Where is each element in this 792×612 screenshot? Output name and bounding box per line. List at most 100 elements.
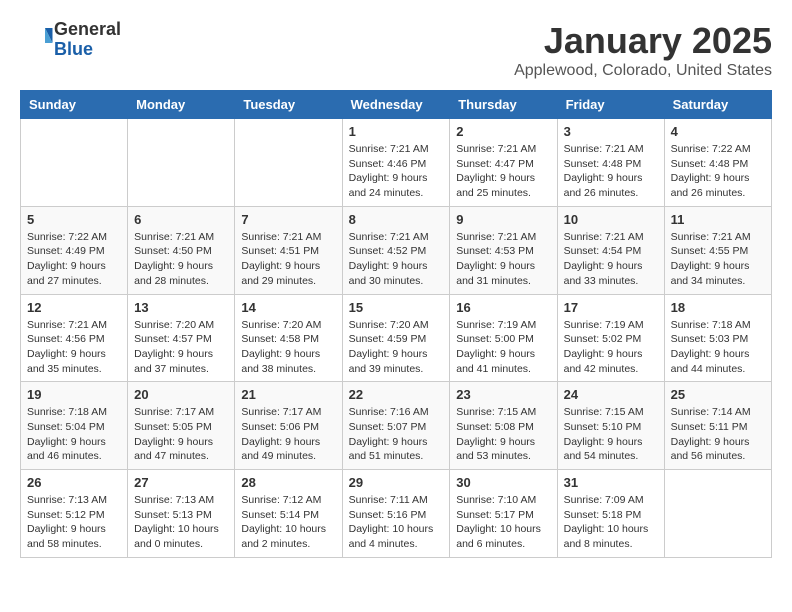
day-info: Sunrise: 7:18 AM Sunset: 5:03 PM Dayligh… xyxy=(671,318,765,377)
day-number: 16 xyxy=(456,300,550,315)
day-number: 10 xyxy=(564,212,658,227)
day-info: Sunrise: 7:21 AM Sunset: 4:47 PM Dayligh… xyxy=(456,142,550,201)
day-number: 5 xyxy=(27,212,121,227)
day-info: Sunrise: 7:19 AM Sunset: 5:02 PM Dayligh… xyxy=(564,318,658,377)
day-info: Sunrise: 7:15 AM Sunset: 5:10 PM Dayligh… xyxy=(564,405,658,464)
day-info: Sunrise: 7:20 AM Sunset: 4:57 PM Dayligh… xyxy=(134,318,228,377)
day-number: 25 xyxy=(671,387,765,402)
logo-general-text: General xyxy=(54,19,121,39)
day-number: 12 xyxy=(27,300,121,315)
day-info: Sunrise: 7:20 AM Sunset: 4:58 PM Dayligh… xyxy=(241,318,335,377)
day-info: Sunrise: 7:21 AM Sunset: 4:56 PM Dayligh… xyxy=(27,318,121,377)
calendar-cell: 3 Sunrise: 7:21 AM Sunset: 4:48 PM Daylig… xyxy=(557,119,664,207)
day-info: Sunrise: 7:22 AM Sunset: 4:49 PM Dayligh… xyxy=(27,230,121,289)
day-number: 11 xyxy=(671,212,765,227)
calendar-cell: 6 Sunrise: 7:21 AM Sunset: 4:50 PM Daylig… xyxy=(128,206,235,294)
day-number: 29 xyxy=(349,475,444,490)
calendar-cell: 15 Sunrise: 7:20 AM Sunset: 4:59 PM Dayli… xyxy=(342,294,450,382)
calendar-cell: 28Sunrise: 7:12 AM Sunset: 5:14 PM Dayli… xyxy=(235,470,342,558)
calendar-cell: 10Sunrise: 7:21 AM Sunset: 4:54 PM Dayli… xyxy=(557,206,664,294)
calendar-cell: 12 Sunrise: 7:21 AM Sunset: 4:56 PM Dayli… xyxy=(21,294,128,382)
day-number: 4 xyxy=(671,124,765,139)
calendar-cell: 29 Sunrise: 7:11 AM Sunset: 5:16 PM Dayli… xyxy=(342,470,450,558)
calendar-cell: 24 Sunrise: 7:15 AM Sunset: 5:10 PM Dayli… xyxy=(557,382,664,470)
day-number: 1 xyxy=(349,124,444,139)
calendar-cell: 23 Sunrise: 7:15 AM Sunset: 5:08 PM Dayli… xyxy=(450,382,557,470)
calendar-cell xyxy=(128,119,235,207)
day-number: 23 xyxy=(456,387,550,402)
weekday-header-wednesday: Wednesday xyxy=(342,91,450,119)
day-number: 15 xyxy=(349,300,444,315)
day-info: Sunrise: 7:12 AM Sunset: 5:14 PM Dayligh… xyxy=(241,493,335,552)
day-number: 24 xyxy=(564,387,658,402)
day-info: Sunrise: 7:21 AM Sunset: 4:53 PM Dayligh… xyxy=(456,230,550,289)
day-info: Sunrise: 7:21 AM Sunset: 4:50 PM Dayligh… xyxy=(134,230,228,289)
day-number: 20 xyxy=(134,387,228,402)
day-number: 3 xyxy=(564,124,658,139)
day-info: Sunrise: 7:18 AM Sunset: 5:04 PM Dayligh… xyxy=(27,405,121,464)
logo-blue-text: Blue xyxy=(54,39,93,59)
calendar-cell: 14 Sunrise: 7:20 AM Sunset: 4:58 PM Dayli… xyxy=(235,294,342,382)
day-info: Sunrise: 7:13 AM Sunset: 5:12 PM Dayligh… xyxy=(27,493,121,552)
calendar-cell: 18Sunrise: 7:18 AM Sunset: 5:03 PM Dayli… xyxy=(664,294,771,382)
calendar-cell: 5 Sunrise: 7:22 AM Sunset: 4:49 PM Daylig… xyxy=(21,206,128,294)
day-info: Sunrise: 7:15 AM Sunset: 5:08 PM Dayligh… xyxy=(456,405,550,464)
calendar-cell xyxy=(235,119,342,207)
day-info: Sunrise: 7:16 AM Sunset: 5:07 PM Dayligh… xyxy=(349,405,444,464)
weekday-header-sunday: Sunday xyxy=(21,91,128,119)
day-info: Sunrise: 7:19 AM Sunset: 5:00 PM Dayligh… xyxy=(456,318,550,377)
calendar-cell: 7Sunrise: 7:21 AM Sunset: 4:51 PM Daylig… xyxy=(235,206,342,294)
month-title: January 2025 xyxy=(514,20,772,62)
day-number: 7 xyxy=(241,212,335,227)
day-info: Sunrise: 7:10 AM Sunset: 5:17 PM Dayligh… xyxy=(456,493,550,552)
day-info: Sunrise: 7:11 AM Sunset: 5:16 PM Dayligh… xyxy=(349,493,444,552)
weekday-header-friday: Friday xyxy=(557,91,664,119)
calendar-cell: 13 Sunrise: 7:20 AM Sunset: 4:57 PM Dayli… xyxy=(128,294,235,382)
day-number: 30 xyxy=(456,475,550,490)
calendar-week-row: 19 Sunrise: 7:18 AM Sunset: 5:04 PM Dayli… xyxy=(21,382,772,470)
day-info: Sunrise: 7:21 AM Sunset: 4:48 PM Dayligh… xyxy=(564,142,658,201)
calendar-table: SundayMondayTuesdayWednesdayThursdayFrid… xyxy=(20,90,772,558)
page-header: General Blue January 2025 Applewood, Col… xyxy=(20,20,772,80)
day-info: Sunrise: 7:17 AM Sunset: 5:06 PM Dayligh… xyxy=(241,405,335,464)
weekday-header-tuesday: Tuesday xyxy=(235,91,342,119)
calendar-week-row: 12 Sunrise: 7:21 AM Sunset: 4:56 PM Dayli… xyxy=(21,294,772,382)
calendar-cell: 27Sunrise: 7:13 AM Sunset: 5:13 PM Dayli… xyxy=(128,470,235,558)
title-block: January 2025 Applewood, Colorado, United… xyxy=(514,20,772,80)
day-number: 2 xyxy=(456,124,550,139)
calendar-cell: 21 Sunrise: 7:17 AM Sunset: 5:06 PM Dayli… xyxy=(235,382,342,470)
day-number: 22 xyxy=(349,387,444,402)
day-info: Sunrise: 7:09 AM Sunset: 5:18 PM Dayligh… xyxy=(564,493,658,552)
day-number: 14 xyxy=(241,300,335,315)
calendar-cell: 30 Sunrise: 7:10 AM Sunset: 5:17 PM Dayli… xyxy=(450,470,557,558)
calendar-week-row: 26 Sunrise: 7:13 AM Sunset: 5:12 PM Dayli… xyxy=(21,470,772,558)
day-info: Sunrise: 7:22 AM Sunset: 4:48 PM Dayligh… xyxy=(671,142,765,201)
day-number: 31 xyxy=(564,475,658,490)
day-number: 19 xyxy=(27,387,121,402)
calendar-cell xyxy=(664,470,771,558)
calendar-cell: 4 Sunrise: 7:22 AM Sunset: 4:48 PM Daylig… xyxy=(664,119,771,207)
day-number: 6 xyxy=(134,212,228,227)
calendar-cell: 26 Sunrise: 7:13 AM Sunset: 5:12 PM Dayli… xyxy=(21,470,128,558)
day-number: 13 xyxy=(134,300,228,315)
calendar-cell: 31 Sunrise: 7:09 AM Sunset: 5:18 PM Dayli… xyxy=(557,470,664,558)
day-info: Sunrise: 7:20 AM Sunset: 4:59 PM Dayligh… xyxy=(349,318,444,377)
calendar-cell: 22 Sunrise: 7:16 AM Sunset: 5:07 PM Dayli… xyxy=(342,382,450,470)
weekday-header-row: SundayMondayTuesdayWednesdayThursdayFrid… xyxy=(21,91,772,119)
calendar-cell: 11 Sunrise: 7:21 AM Sunset: 4:55 PM Dayli… xyxy=(664,206,771,294)
day-number: 26 xyxy=(27,475,121,490)
logo: General Blue xyxy=(20,20,121,60)
calendar-cell: 1Sunrise: 7:21 AM Sunset: 4:46 PM Daylig… xyxy=(342,119,450,207)
calendar-cell: 8Sunrise: 7:21 AM Sunset: 4:52 PM Daylig… xyxy=(342,206,450,294)
logo-icon xyxy=(24,22,54,52)
day-number: 21 xyxy=(241,387,335,402)
calendar-cell: 17 Sunrise: 7:19 AM Sunset: 5:02 PM Dayli… xyxy=(557,294,664,382)
day-number: 17 xyxy=(564,300,658,315)
day-info: Sunrise: 7:21 AM Sunset: 4:55 PM Dayligh… xyxy=(671,230,765,289)
calendar-cell: 20Sunrise: 7:17 AM Sunset: 5:05 PM Dayli… xyxy=(128,382,235,470)
weekday-header-monday: Monday xyxy=(128,91,235,119)
day-info: Sunrise: 7:21 AM Sunset: 4:52 PM Dayligh… xyxy=(349,230,444,289)
day-number: 9 xyxy=(456,212,550,227)
calendar-cell: 9 Sunrise: 7:21 AM Sunset: 4:53 PM Daylig… xyxy=(450,206,557,294)
calendar-cell: 19 Sunrise: 7:18 AM Sunset: 5:04 PM Dayli… xyxy=(21,382,128,470)
